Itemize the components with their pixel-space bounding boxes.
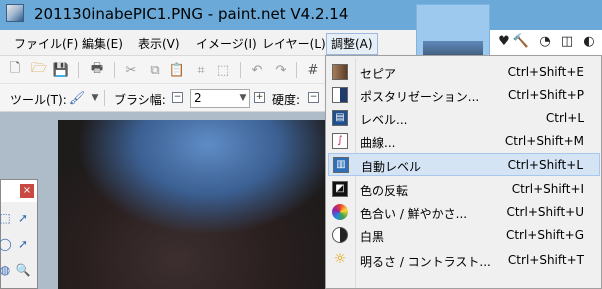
main-toolbar: 🗋 🗁 💾 🖶 ✂ ⧉ 📋 ⌗ ⬚ ↶ ↷ # — [0, 56, 330, 84]
menu-image[interactable]: イメージ(I) — [194, 34, 259, 54]
brush-width-increase-button[interactable]: + — [254, 92, 265, 103]
menu-item-label: 白黒 — [360, 230, 385, 244]
close-icon[interactable]: × — [20, 184, 34, 198]
chevron-down-icon[interactable]: ▼ — [86, 89, 104, 107]
posterize-icon — [332, 87, 348, 103]
ellipse-select-icon[interactable]: ◯ — [0, 236, 13, 252]
tools-icon[interactable]: 🔨 — [512, 32, 530, 50]
image-canvas[interactable] — [58, 120, 330, 289]
menu-adjustments[interactable]: 調整(A) — [326, 33, 378, 55]
menu-item-black-and-white[interactable]: 白黒 Ctrl+Shift+G — [328, 224, 600, 247]
paste-icon[interactable]: 📋 — [168, 61, 186, 79]
menu-edit[interactable]: 編集(E) — [80, 34, 125, 54]
menu-layers[interactable]: レイヤー(L) — [260, 34, 328, 54]
open-file-icon[interactable]: 🗁 — [30, 61, 48, 79]
menu-item-brightness-contrast[interactable]: ☼ 明るさ / コントラスト... Ctrl+Shift+T — [328, 249, 600, 272]
toolbar-separator — [240, 62, 241, 78]
menu-item-shortcut: Ctrl+Shift+E — [507, 65, 584, 79]
deselect-icon[interactable]: ⬚ — [214, 61, 232, 79]
menu-bar: ファイル(F) 編集(E) 表示(V) イメージ(I) レイヤー(L) 調整(A… — [0, 30, 416, 56]
save-icon[interactable]: 💾 — [52, 61, 70, 79]
menu-item-label: 曲線... — [360, 136, 396, 150]
black-and-white-icon — [332, 227, 348, 243]
menu-item-label: 明るさ / コントラスト... — [360, 255, 491, 269]
colors-icon[interactable]: ◐ — [580, 32, 598, 50]
menu-item-shortcut: Ctrl+L — [545, 111, 584, 125]
print-icon[interactable]: 🖶 — [88, 61, 106, 79]
title-bar: 201130inabePIC1.PNG - paint.net V4.2.14 — [0, 0, 602, 30]
menu-item-auto-level[interactable]: ▥ 自動レベル Ctrl+Shift+L — [328, 153, 600, 176]
tool-label: ツール(T): — [10, 93, 67, 107]
menu-item-posterize[interactable]: ポスタリゼーション... Ctrl+Shift+P — [328, 84, 600, 107]
paint-net-app-icon[interactable] — [6, 4, 24, 22]
history-icon[interactable]: ◔ — [536, 32, 554, 50]
toolbar-separator — [114, 62, 115, 78]
crop-icon[interactable]: ⌗ — [192, 61, 210, 79]
tab-dropdown-icon[interactable]: ♥ — [495, 32, 513, 50]
menu-item-label: セピア — [360, 67, 397, 81]
paintbrush-icon[interactable]: 🖌 — [68, 89, 86, 107]
canvas-workspace — [0, 112, 330, 289]
grid-icon[interactable]: # — [304, 61, 322, 79]
brush-width-label: ブラシ幅: — [114, 93, 166, 107]
menu-item-invert-colors[interactable]: ◩ 色の反転 Ctrl+Shift+I — [328, 178, 600, 201]
menu-item-levels[interactable]: ▤ レベル... Ctrl+L — [328, 107, 600, 130]
menu-item-shortcut: Ctrl+Shift+U — [506, 205, 584, 219]
move-selected-icon[interactable]: ➚ — [15, 236, 31, 252]
menu-item-shortcut: Ctrl+Shift+T — [507, 253, 584, 267]
redo-icon[interactable]: ↷ — [272, 61, 290, 79]
auto-level-icon: ▥ — [333, 157, 349, 173]
copy-icon[interactable]: ⧉ — [146, 61, 164, 79]
menu-item-hue-saturation[interactable]: 色合い / 鮮やかさ... Ctrl+Shift+U — [328, 201, 600, 224]
menu-item-sepia[interactable]: セピア Ctrl+Shift+E — [328, 61, 600, 84]
menu-item-label: 色の反転 — [360, 184, 409, 198]
brush-width-decrease-button[interactable]: − — [172, 92, 183, 103]
menu-item-label: 自動レベル — [361, 160, 422, 174]
curves-icon: ∫ — [332, 133, 348, 149]
toolbar-separator — [296, 62, 297, 78]
menu-item-label: 色合い / 鮮やかさ... — [360, 207, 468, 221]
lasso-icon[interactable]: ◍ — [0, 262, 13, 278]
new-file-icon[interactable]: 🗋 — [6, 61, 24, 79]
brush-width-dropdown-icon[interactable]: ▼ — [234, 89, 252, 107]
hue-saturation-icon — [332, 204, 348, 220]
menu-item-curves[interactable]: ∫ 曲線... Ctrl+Shift+M — [328, 130, 600, 153]
tools-window-titlebar[interactable]: × — [1, 180, 37, 202]
tool-options-bar: ツール(T): 🖌 ▼ ブラシ幅: − 2 ▼ + 硬度: − — [0, 84, 330, 112]
menu-item-shortcut: Ctrl+Shift+L — [507, 158, 583, 172]
menu-view[interactable]: 表示(V) — [136, 34, 182, 54]
rectangle-select-icon[interactable]: ⬚ — [0, 210, 13, 226]
menu-item-shortcut: Ctrl+Shift+I — [511, 182, 584, 196]
menu-item-shortcut: Ctrl+Shift+G — [505, 228, 584, 242]
levels-icon: ▤ — [332, 110, 348, 126]
adjustments-menu: セピア Ctrl+Shift+E ポスタリゼーション... Ctrl+Shift… — [325, 55, 602, 289]
toolbar-separator — [104, 90, 105, 106]
menu-item-shortcut: Ctrl+Shift+M — [504, 134, 584, 148]
menu-file[interactable]: ファイル(F) — [12, 34, 80, 54]
move-selection-icon[interactable]: ➚ — [15, 210, 31, 226]
sepia-icon — [332, 64, 348, 80]
undo-icon[interactable]: ↶ — [248, 61, 266, 79]
menu-item-label: ポスタリゼーション... — [360, 90, 480, 104]
tools-window: × ⬚ ➚ ◯ ➚ ◍ 🔍 — [0, 179, 38, 289]
menu-item-shortcut: Ctrl+Shift+P — [508, 88, 584, 102]
hardness-decrease-button[interactable]: − — [308, 92, 319, 103]
menu-item-label: レベル... — [360, 113, 408, 127]
layers-icon[interactable]: ◫ — [558, 32, 576, 50]
window-title: 201130inabePIC1.PNG - paint.net V4.2.14 — [34, 5, 349, 23]
hardness-label: 硬度: — [272, 93, 301, 107]
brightness-contrast-icon: ☼ — [333, 251, 347, 267]
zoom-icon[interactable]: 🔍 — [15, 262, 31, 278]
invert-colors-icon: ◩ — [332, 181, 348, 197]
toolbar-separator — [78, 62, 79, 78]
cut-icon[interactable]: ✂ — [122, 61, 140, 79]
